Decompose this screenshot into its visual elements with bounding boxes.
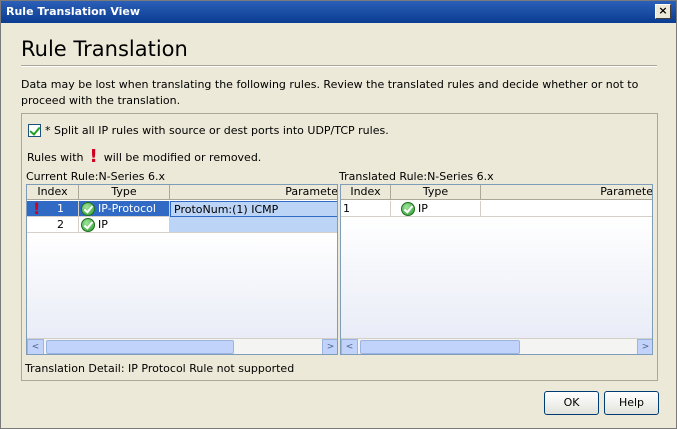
split-rules-checkbox[interactable] bbox=[28, 124, 41, 137]
horizontal-scrollbar[interactable]: < > bbox=[341, 338, 652, 354]
index-cell: 2 bbox=[27, 217, 79, 233]
warning-icon: ! bbox=[89, 146, 98, 167]
column-header-index[interactable]: Index bbox=[341, 185, 391, 200]
scroll-thumb[interactable] bbox=[360, 340, 520, 354]
close-icon[interactable]: × bbox=[655, 4, 671, 19]
translated-rule-table: Index Type Paramete 1 IP < > bbox=[340, 184, 653, 355]
ok-check-icon bbox=[81, 201, 95, 216]
split-rules-label: * Split all IP rules with source or dest… bbox=[45, 124, 389, 137]
scroll-right-button[interactable]: > bbox=[637, 339, 652, 354]
scroll-right-button[interactable]: > bbox=[322, 339, 337, 354]
type-cell: IP bbox=[391, 201, 481, 217]
column-header-index[interactable]: Index bbox=[27, 185, 79, 200]
table-row[interactable]: 1 IP bbox=[341, 201, 652, 217]
scroll-left-button[interactable]: < bbox=[27, 339, 44, 354]
type-value: IP bbox=[418, 202, 428, 215]
divider bbox=[21, 65, 657, 67]
current-table-header: Index Type Paramete bbox=[27, 185, 337, 200]
table-empty-area bbox=[27, 233, 337, 339]
window-title: Rule Translation View bbox=[6, 5, 141, 18]
ok-check-icon bbox=[81, 217, 95, 232]
type-cell: IP-Protocol bbox=[79, 201, 170, 217]
scroll-left-button[interactable]: < bbox=[341, 339, 358, 354]
translation-panel: * Split all IP rules with source or dest… bbox=[21, 113, 658, 381]
params-cell bbox=[481, 201, 652, 217]
column-header-type[interactable]: Type bbox=[79, 185, 170, 200]
type-cell: IP bbox=[79, 217, 170, 233]
index-value: 1 bbox=[57, 202, 64, 215]
legend-suffix: will be modified or removed. bbox=[103, 150, 262, 164]
index-cell: ! 1 bbox=[27, 201, 79, 217]
horizontal-scrollbar[interactable]: < > bbox=[27, 338, 337, 354]
index-cell: 1 bbox=[341, 201, 391, 217]
table-row[interactable]: ! 1 IP-Protocol ProtoNum:(1) ICMP bbox=[27, 201, 337, 217]
rule-translation-dialog: Rule Translation View × Rule Translation… bbox=[0, 0, 677, 429]
modified-flag-icon: ! bbox=[33, 201, 41, 217]
column-header-parameters[interactable]: Paramete bbox=[170, 185, 337, 200]
legend-prefix: Rules with bbox=[27, 150, 84, 164]
table-empty-area bbox=[341, 217, 652, 339]
scroll-thumb[interactable] bbox=[46, 340, 234, 354]
translated-table-header: Index Type Paramete bbox=[341, 185, 652, 200]
type-value: IP bbox=[98, 218, 108, 231]
legend-row: Rules with ! will be modified or removed… bbox=[27, 146, 262, 167]
current-rule-label: Current Rule:N-Series 6.x bbox=[26, 170, 165, 183]
column-header-parameters[interactable]: Paramete bbox=[481, 185, 652, 200]
translation-detail: Translation Detail: IP Protocol Rule not… bbox=[25, 362, 295, 375]
help-button[interactable]: Help bbox=[604, 391, 659, 415]
translated-rule-label: Translated Rule:N-Series 6.x bbox=[339, 170, 494, 183]
params-cell bbox=[170, 217, 337, 233]
ok-check-icon bbox=[401, 201, 415, 216]
column-header-type[interactable]: Type bbox=[391, 185, 481, 200]
params-cell: ProtoNum:(1) ICMP bbox=[170, 201, 337, 217]
description-text: Data may be lost when translating the fo… bbox=[21, 78, 639, 107]
page-title: Rule Translation bbox=[21, 37, 188, 61]
type-value: IP-Protocol bbox=[98, 202, 156, 215]
title-bar: Rule Translation View × bbox=[1, 1, 676, 23]
table-row[interactable]: 2 IP bbox=[27, 217, 337, 233]
ok-button[interactable]: OK bbox=[544, 391, 599, 415]
current-rule-table: Index Type Paramete ! 1 IP-Protocol Prot… bbox=[26, 184, 338, 355]
split-option-row[interactable]: * Split all IP rules with source or dest… bbox=[28, 124, 389, 137]
